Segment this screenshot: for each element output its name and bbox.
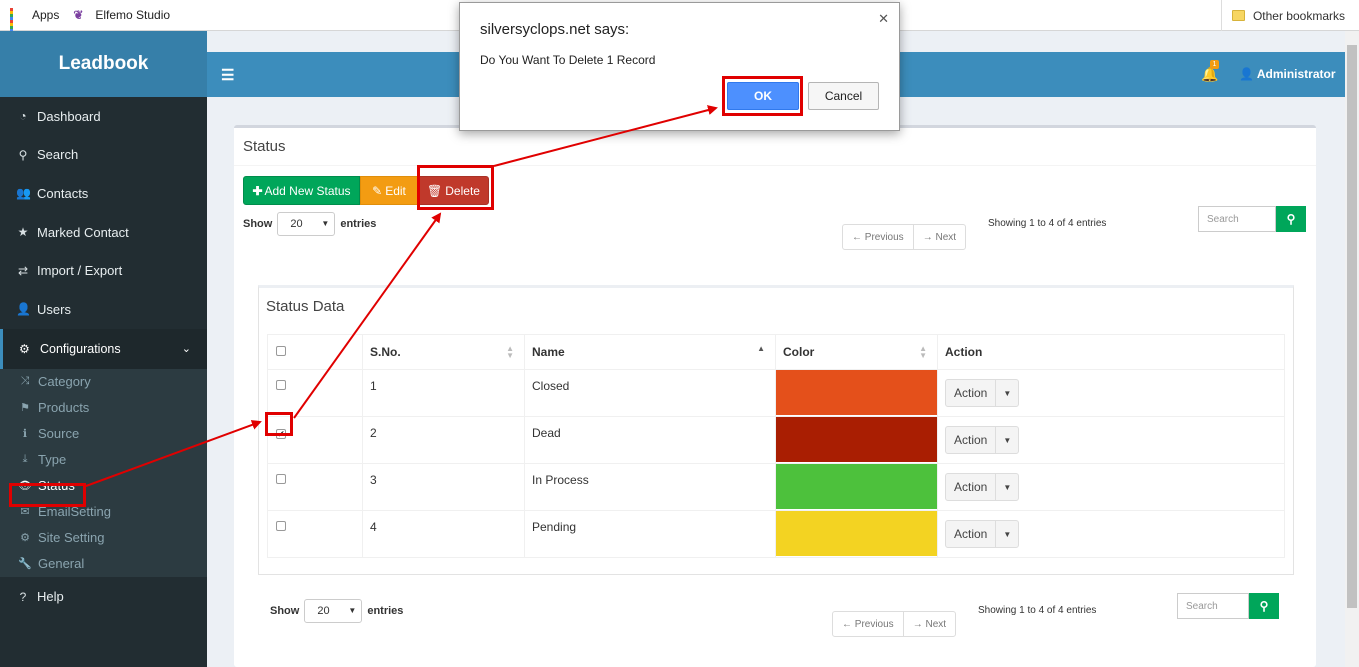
- arrow-status-to-checkbox: [85, 420, 262, 487]
- arrow-delete-to-ok: [493, 105, 718, 167]
- arrow-checkbox-to-delete: [293, 212, 442, 419]
- annotation-arrows: [85, 105, 718, 487]
